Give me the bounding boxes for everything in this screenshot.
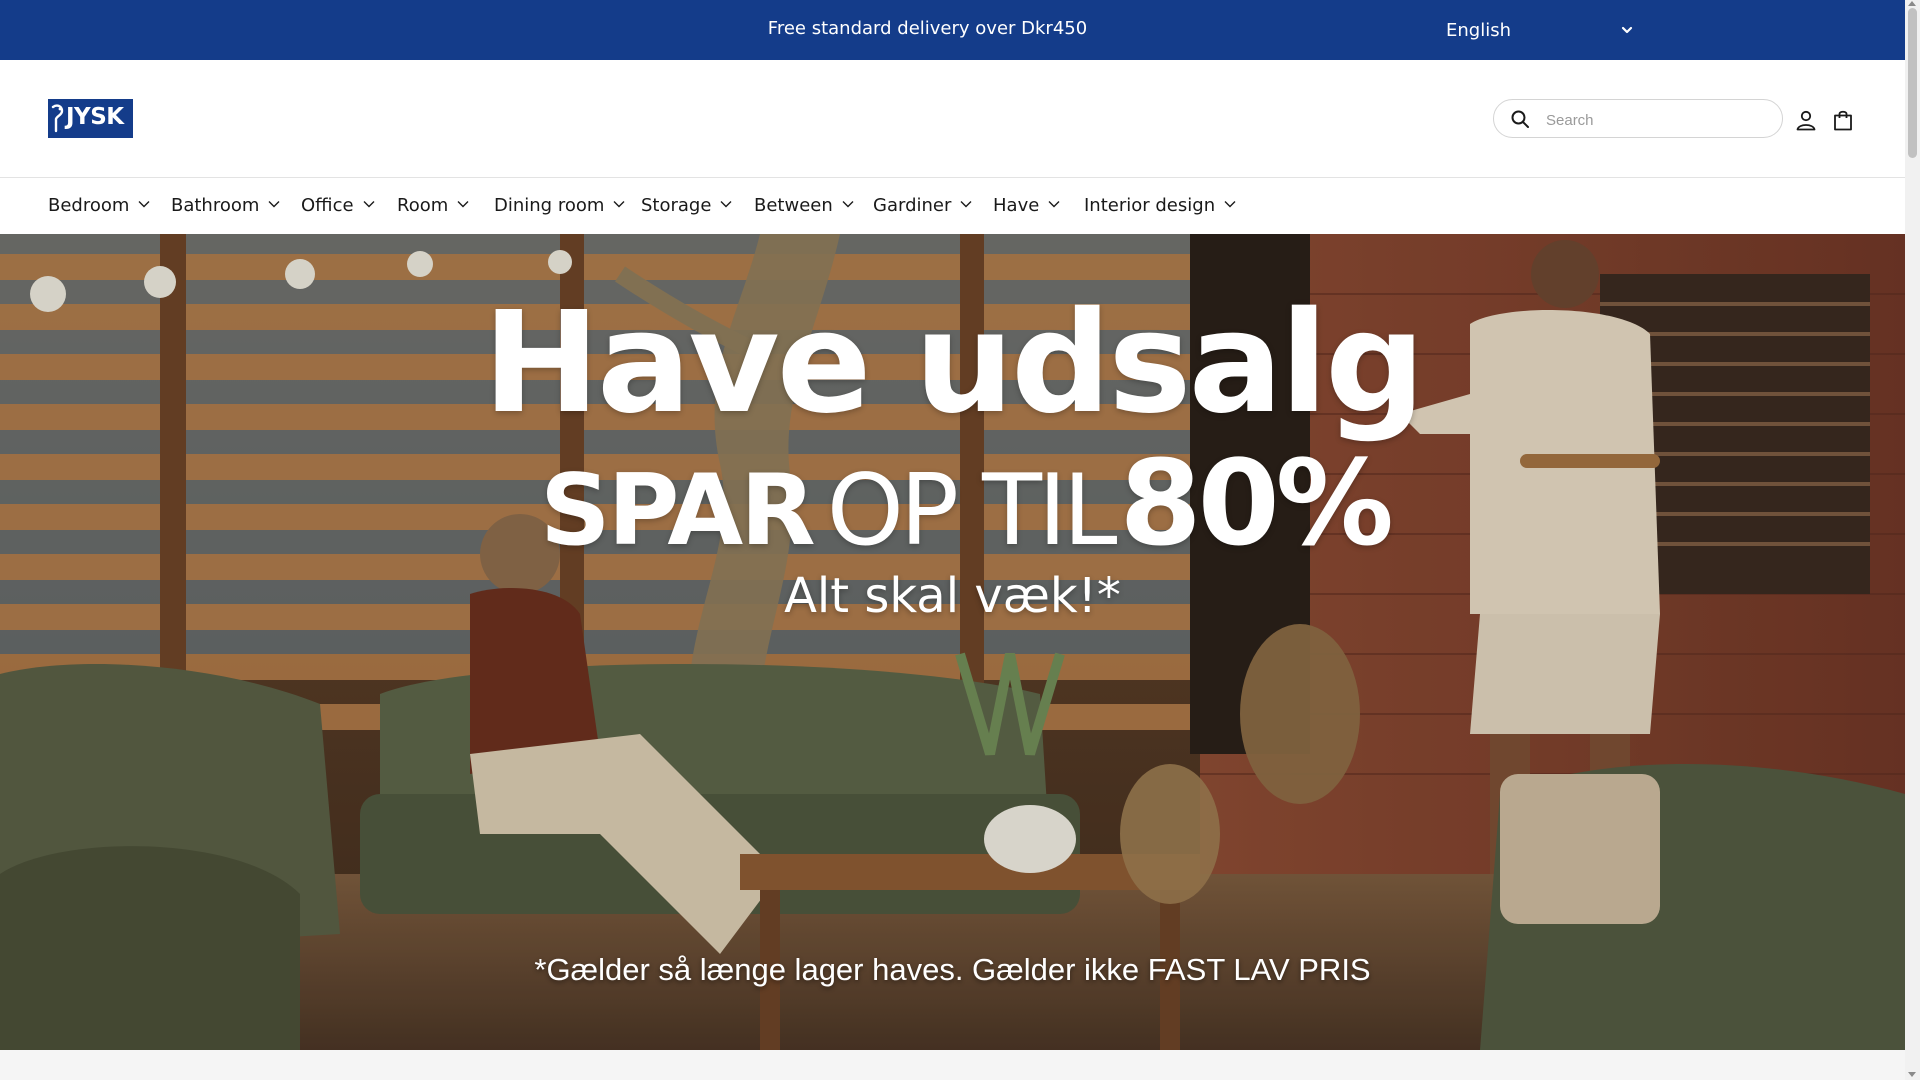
hero-subtitle: SPAR OP TIL80% [540, 444, 1394, 562]
chevron-down-icon [1224, 201, 1236, 208]
content-below-hero [0, 1050, 1905, 1080]
site-header: JYSK [0, 60, 1905, 178]
hero-spar-text: SPAR [540, 454, 816, 568]
search-box[interactable] [1493, 99, 1783, 138]
chevron-down-icon [457, 201, 469, 208]
search-icon[interactable] [1510, 109, 1530, 129]
chevron-down-icon [363, 201, 375, 208]
nav-item-room[interactable]: Room [397, 178, 469, 234]
chevron-down-icon [138, 201, 150, 208]
scrollbar-thumb[interactable] [1908, 8, 1917, 158]
chevron-down-icon [268, 201, 280, 208]
nav-item-between[interactable]: Between [754, 178, 854, 234]
hero-footnote: *Gælder så længe lager haves. Gælder ikk… [534, 952, 1371, 987]
nav-item-bathroom[interactable]: Bathroom [171, 178, 280, 234]
page-scrollbar[interactable] [1905, 0, 1920, 1080]
scroll-up-arrow-icon[interactable] [1908, 1, 1916, 6]
nav-item-label: Dining room [494, 195, 605, 216]
nav-item-label: Gardiner [873, 195, 952, 216]
nav-item-bedroom[interactable]: Bedroom [48, 178, 150, 234]
language-label: English [1446, 20, 1511, 41]
nav-item-interior-design[interactable]: Interior design [1084, 178, 1236, 234]
chevron-down-icon [960, 201, 972, 208]
nav-item-label: Room [397, 195, 449, 216]
shopping-bag-icon[interactable] [1831, 108, 1855, 132]
announcement-bar: Free standard delivery over Dkr450 Engli… [0, 0, 1905, 60]
scroll-down-arrow-icon[interactable] [1908, 1072, 1916, 1077]
free-delivery-text: Free standard delivery over Dkr450 [767, 18, 1088, 39]
nav-item-gardiner[interactable]: Gardiner [873, 178, 972, 234]
nav-item-dining-room[interactable]: Dining room [494, 178, 625, 234]
nav-item-label: Office [301, 195, 354, 216]
hero-op-til-text: OP TIL [826, 454, 1118, 568]
logo-text: JYSK [66, 104, 124, 130]
language-selector[interactable]: English [1446, 14, 1634, 46]
chevron-down-icon [720, 201, 732, 208]
jysk-logo[interactable]: JYSK [48, 99, 133, 138]
hero-tagline: Alt skal væk!* [784, 568, 1121, 624]
nav-item-label: Storage [641, 195, 712, 216]
category-nav: Bedroom Bathroom Office Room Dining room… [0, 178, 1905, 234]
nav-item-office[interactable]: Office [301, 178, 375, 234]
chevron-down-icon [1621, 26, 1633, 34]
logo-mark-icon [51, 104, 64, 133]
page: Free standard delivery over Dkr450 Engli… [0, 0, 1905, 1080]
nav-item-storage[interactable]: Storage [641, 178, 732, 234]
hero-banner[interactable]: Have udsalg SPAR OP TIL80% Alt skal væk!*… [0, 234, 1905, 1050]
hero-percent-text: 80% [1119, 434, 1393, 572]
hero-title: Have udsalg [482, 282, 1425, 445]
nav-item-label: Have [993, 195, 1040, 216]
chevron-down-icon [1048, 201, 1060, 208]
chevron-down-icon [613, 201, 625, 208]
user-icon[interactable] [1794, 108, 1818, 132]
nav-item-label: Interior design [1084, 195, 1216, 216]
search-input[interactable] [1544, 108, 1768, 132]
nav-item-label: Bedroom [48, 195, 130, 216]
nav-item-label: Between [754, 195, 833, 216]
chevron-down-icon [842, 201, 854, 208]
nav-item-have[interactable]: Have [993, 178, 1060, 234]
nav-item-label: Bathroom [171, 195, 260, 216]
